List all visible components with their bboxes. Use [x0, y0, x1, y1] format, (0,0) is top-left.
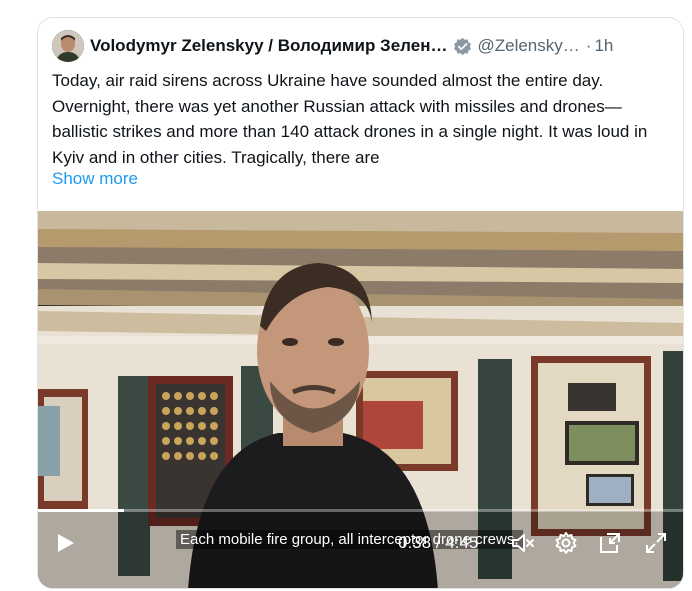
show-more-link[interactable]: Show more — [52, 169, 138, 189]
fullscreen-icon[interactable] — [643, 530, 669, 556]
author-name[interactable]: Volodymyr Zelenskyy / Володимир Зелен… — [90, 36, 447, 56]
author-handle[interactable]: @Zelensky… — [477, 36, 579, 56]
video-time-separator: / — [431, 533, 446, 552]
video-duration: 4:45 — [445, 533, 479, 552]
post-time[interactable]: 1h — [594, 36, 613, 56]
video-progress-bar[interactable] — [38, 509, 683, 512]
gear-icon[interactable] — [553, 530, 579, 556]
play-icon[interactable] — [52, 530, 78, 556]
video-progress-fill — [38, 509, 125, 512]
volume-muted-icon[interactable] — [510, 530, 536, 556]
separator-dot: · — [585, 36, 592, 55]
video-player[interactable]: Each mobile fire group, all interceptor … — [38, 211, 683, 588]
post-header: Volodymyr Zelenskyy / Володимир Зелен… @… — [52, 30, 671, 62]
video-controls: 0:38 / 4:45 — [38, 524, 683, 564]
post-text: Today, air raid sirens across Ukraine ha… — [52, 71, 648, 167]
avatar[interactable] — [52, 30, 84, 62]
video-timecode: 0:38 / 4:45 — [398, 533, 478, 553]
picture-in-picture-icon[interactable] — [597, 530, 623, 556]
post-card[interactable]: Volodymyr Zelenskyy / Володимир Зелен… @… — [37, 17, 684, 589]
verified-badge-icon — [454, 37, 472, 55]
video-current-time: 0:38 — [398, 533, 432, 552]
